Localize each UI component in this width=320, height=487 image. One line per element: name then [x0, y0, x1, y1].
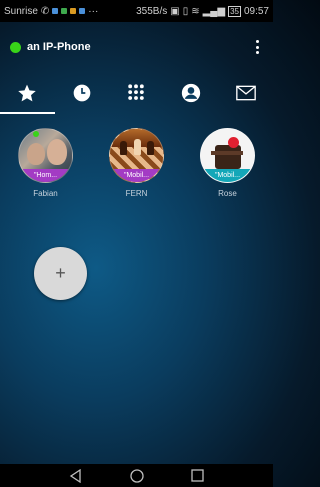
- network-speed: 355B/s: [136, 5, 168, 17]
- more-notifications-icon: ···: [88, 5, 99, 17]
- nfc-icon: ▣: [170, 5, 180, 17]
- online-status-indicator: [10, 41, 21, 53]
- notification-icon: [70, 8, 77, 14]
- add-favorite-button[interactable]: +: [34, 247, 87, 300]
- home-icon[interactable]: [130, 468, 144, 483]
- favorite-contact[interactable]: "Mobil... Rose: [198, 128, 258, 198]
- phone-type-tag: "Mobil...: [110, 169, 163, 182]
- favorite-name: Rose: [218, 189, 237, 198]
- clock-time: 09:57: [243, 5, 269, 17]
- tab-favorites[interactable]: [0, 72, 55, 114]
- battery-icon: 35: [228, 5, 241, 17]
- vibrate-icon: ▯: [182, 5, 189, 17]
- tab-recent[interactable]: [55, 72, 110, 114]
- signal-icon: ▂▄▆: [202, 5, 226, 17]
- clock-icon: [73, 84, 91, 102]
- avatar: "Hom...: [18, 128, 73, 183]
- tab-bar: [0, 72, 273, 114]
- carrier-label: Sunrise: [4, 5, 38, 17]
- favorites-grid: "Hom... Fabian "Mobil... FERN "Mobil... …: [0, 128, 273, 198]
- phone-type-tag: "Hom...: [19, 169, 72, 182]
- wifi-icon: ≋: [191, 5, 200, 17]
- phone-icon: ✆: [40, 5, 50, 17]
- overflow-menu-icon[interactable]: [251, 40, 263, 54]
- tab-messages[interactable]: [218, 72, 273, 114]
- tab-dialpad[interactable]: [109, 72, 164, 114]
- contact-icon: [181, 83, 201, 103]
- notification-icon: [52, 8, 59, 14]
- favorite-contact[interactable]: "Mobil... FERN: [107, 128, 167, 198]
- favorite-contact[interactable]: "Hom... Fabian: [16, 128, 76, 198]
- plus-icon: +: [55, 263, 66, 283]
- avatar: "Mobil...: [109, 128, 164, 183]
- favorite-name: Fabian: [33, 189, 58, 198]
- recent-apps-icon[interactable]: [191, 469, 204, 482]
- app-title: an IP-Phone: [27, 41, 91, 53]
- tab-contacts[interactable]: [164, 72, 219, 114]
- system-navigation-bar: [0, 464, 273, 487]
- back-icon[interactable]: [69, 468, 83, 483]
- star-icon: [18, 84, 37, 102]
- phone-type-tag: "Mobil...: [201, 169, 254, 182]
- mail-icon: [235, 85, 256, 101]
- favorite-name: FERN: [125, 189, 148, 198]
- status-bar: Sunrise ✆ ··· 355B/s ▣ ▯ ≋ ▂▄▆ 35 09:57: [0, 0, 273, 22]
- app-bar: an IP-Phone: [0, 22, 273, 72]
- notification-icon: [79, 8, 86, 14]
- notification-icon: [61, 8, 68, 14]
- dialpad-icon: [128, 84, 145, 100]
- avatar: "Mobil...: [200, 128, 255, 183]
